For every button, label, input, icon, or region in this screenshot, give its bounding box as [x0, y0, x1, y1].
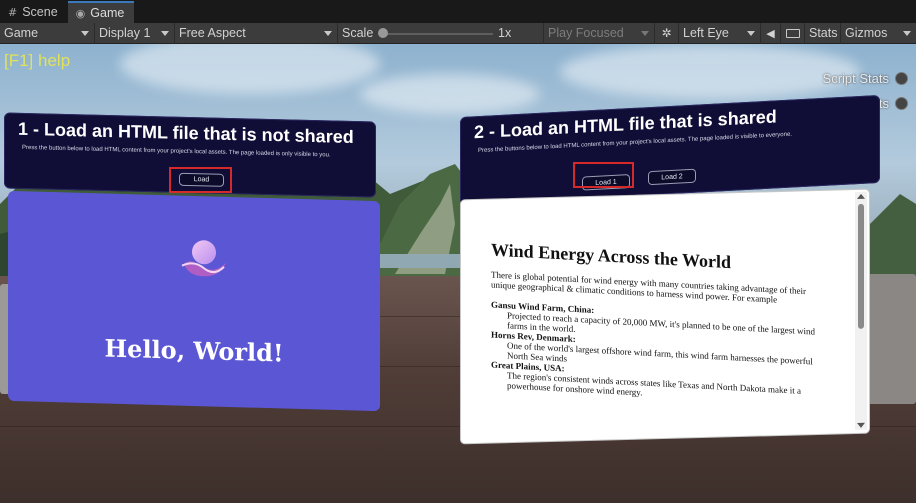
tab-scene[interactable]: # Scene — [0, 1, 68, 23]
tab-bar: # Scene ◉ Game — [0, 0, 916, 23]
stats-button[interactable]: Stats — [805, 22, 841, 44]
chevron-down-icon — [161, 30, 169, 36]
chevron-down-icon — [641, 30, 649, 36]
scroll-up-arrow-icon[interactable] — [857, 193, 865, 199]
unity-editor-game-view: # Scene ◉ Game Game Display 1 Free Aspec… — [0, 0, 916, 503]
chevron-down-icon — [324, 30, 332, 36]
aspect-dropdown[interactable]: Free Aspect — [175, 22, 338, 44]
gizmos-dropdown-label: Gizmos — [845, 26, 888, 40]
keyboard-icon — [785, 28, 800, 38]
game-dropdown[interactable]: Game — [0, 22, 95, 44]
doc-item-text: The region's consistent winds across sta… — [507, 370, 802, 398]
bug-icon: ✲ — [661, 26, 672, 40]
gizmos-dropdown[interactable]: Gizmos — [841, 23, 916, 44]
help-hint: [F1] help — [4, 51, 71, 70]
load-2-button[interactable]: Load 2 — [648, 168, 696, 186]
eye-dropdown[interactable]: Left Eye — [679, 22, 761, 44]
load-2-button-label: Load 2 — [661, 172, 683, 181]
play-mode-label: Play Focused — [548, 26, 624, 40]
aspect-dropdown-label: Free Aspect — [179, 26, 246, 40]
display-dropdown[interactable]: Display 1 — [95, 22, 175, 44]
scale-slider-track[interactable] — [381, 32, 493, 35]
scale-label: Scale — [342, 26, 374, 40]
speaker-icon: ◀ — [766, 27, 775, 40]
avatar-logo-icon — [181, 240, 226, 277]
html-document: Wind Energy Across the World There is gl… — [491, 240, 831, 408]
panel-not-shared-content[interactable]: Hello, World! — [8, 190, 380, 412]
scrollbar-thumb[interactable] — [858, 203, 864, 329]
toggle-circle-icon[interactable] — [895, 72, 908, 85]
game-viewport[interactable]: [F1] help Script Stats Perf Stats 1 - Lo… — [0, 44, 916, 503]
scale-value: 1x — [498, 26, 512, 40]
scrollbar[interactable] — [855, 191, 867, 431]
highlight-box-load-1 — [573, 162, 634, 188]
highlight-box-load — [169, 167, 232, 193]
chevron-down-icon — [81, 30, 89, 36]
scroll-down-arrow-icon[interactable] — [857, 422, 865, 428]
panel-shared-content[interactable]: Wind Energy Across the World There is gl… — [460, 188, 870, 445]
game-dropdown-label: Game — [4, 26, 39, 40]
eye-dropdown-label: Left Eye — [683, 26, 729, 40]
mute-audio-button[interactable]: ◀ — [761, 22, 781, 44]
scale-slider[interactable]: Scale 1x — [338, 22, 544, 44]
tab-game[interactable]: ◉ Game — [67, 1, 135, 23]
gamepad-icon: ◉ — [75, 6, 86, 20]
toggle-circle-icon[interactable] — [895, 97, 908, 110]
hello-world-text: Hello, World! — [104, 333, 284, 368]
play-mode-dropdown[interactable]: Play Focused — [544, 22, 655, 44]
sea — [380, 254, 470, 268]
script-stats-label: Script Stats — [822, 71, 889, 86]
chevron-down-icon — [747, 30, 755, 36]
tab-game-label: Game — [90, 6, 125, 20]
display-dropdown-label: Display 1 — [99, 26, 151, 40]
bug-button[interactable]: ✲ — [655, 22, 679, 44]
chevron-down-icon — [903, 30, 911, 36]
stats-button-label: Stats — [809, 26, 838, 40]
scale-slider-thumb[interactable] — [378, 27, 388, 38]
grid-icon: # — [8, 5, 18, 19]
game-view-toolbar: Game Display 1 Free Aspect Scale 1x Play… — [0, 22, 916, 44]
script-stats-toggle[interactable]: Script Stats — [823, 71, 908, 86]
tab-scene-label: Scene — [22, 5, 58, 19]
keyboard-shortcuts-button[interactable] — [781, 22, 805, 44]
